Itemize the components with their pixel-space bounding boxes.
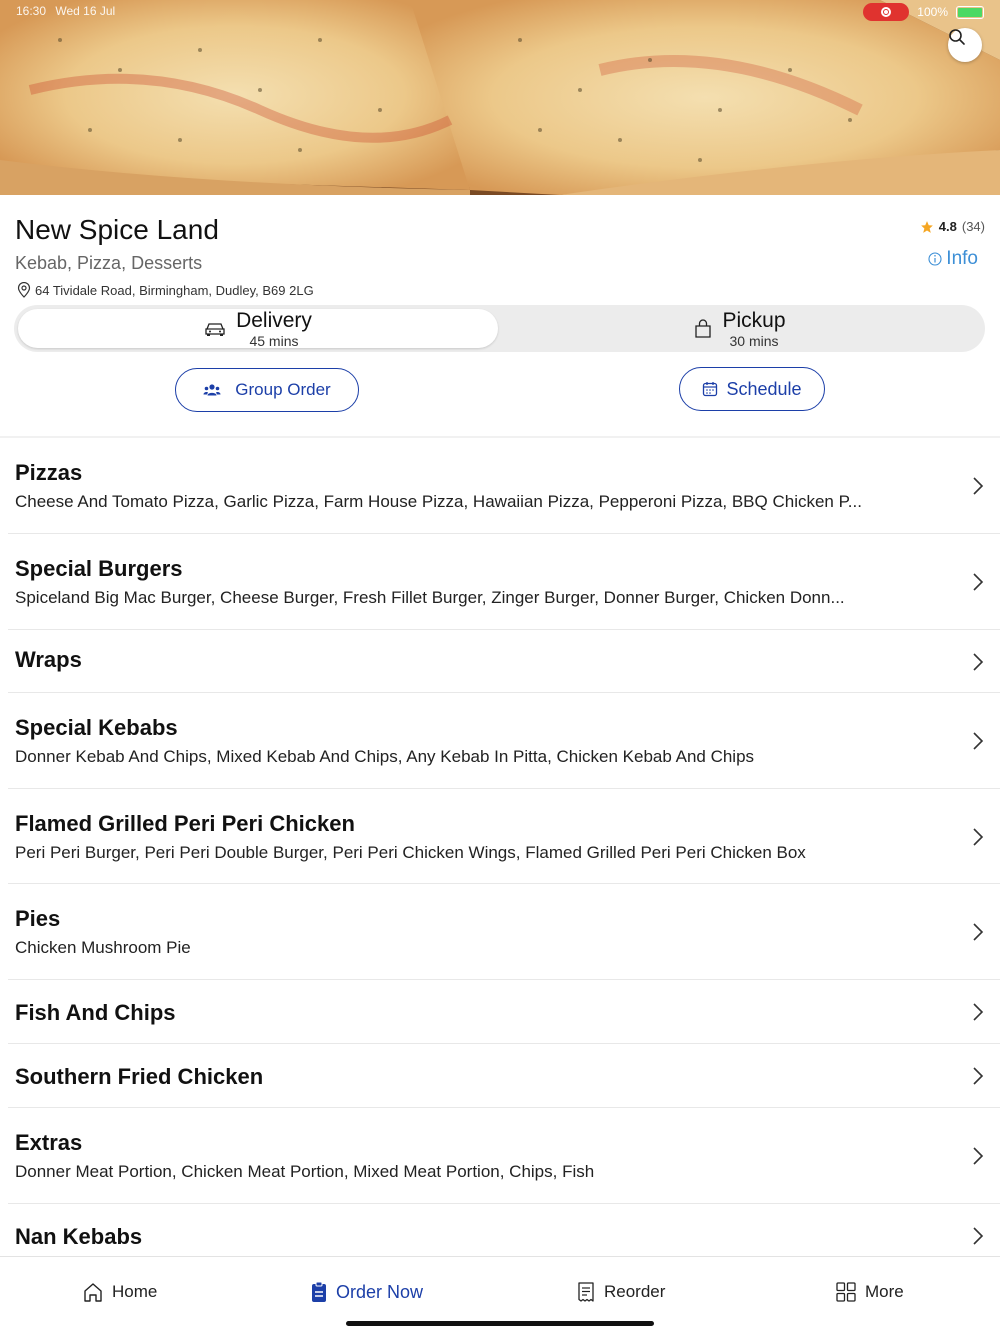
- status-time-text: 16:30: [16, 4, 47, 18]
- category-title: Southern Fried Chicken: [15, 1064, 264, 1089]
- chevron-right-icon: [973, 828, 984, 846]
- order-mode-toggle: Delivery 45 mins Pickup 30 mins: [14, 305, 985, 352]
- category-title: Special Burgers: [15, 556, 183, 581]
- menu-category-list: Pizzas Cheese And Tomato Pizza, Garlic P…: [0, 438, 1000, 1268]
- category-title: Flamed Grilled Peri Peri Chicken: [15, 811, 355, 836]
- schedule-label: Schedule: [726, 378, 802, 399]
- pickup-option[interactable]: Pickup 30 mins: [500, 308, 980, 349]
- group-order-button[interactable]: Group Order: [175, 368, 359, 412]
- nav-more-label: More: [865, 1282, 904, 1301]
- info-label: Info: [946, 248, 978, 269]
- group-icon: [203, 384, 221, 396]
- category-description: Donner Meat Portion, Chicken Meat Portio…: [15, 1162, 595, 1181]
- hero-image: 16:30 Wed 16 Jul 100%: [0, 0, 1000, 195]
- rating: 4.8 (34): [920, 219, 985, 234]
- category-description: Cheese And Tomato Pizza, Garlic Pizza, F…: [15, 492, 862, 511]
- category-southern-fried-chicken[interactable]: Southern Fried Chicken: [8, 1044, 1000, 1108]
- nav-reorder-label: Reorder: [604, 1282, 666, 1301]
- location-pin-icon: [17, 282, 31, 298]
- status-date-text: Wed 16 Jul: [55, 4, 116, 18]
- order-clipboard-icon: [312, 1281, 326, 1302]
- search-icon: [949, 29, 965, 45]
- nav-home-label: Home: [112, 1282, 158, 1301]
- home-icon: [84, 1283, 102, 1302]
- category-description: Donner Kebab And Chips, Mixed Kebab And …: [15, 747, 755, 766]
- nav-more[interactable]: More: [835, 1281, 904, 1303]
- category-title: Wraps: [15, 647, 82, 672]
- category-fish-and-chips[interactable]: Fish And Chips: [8, 980, 1000, 1044]
- delivery-label: Delivery: [236, 308, 312, 332]
- pickup-time: 30 mins: [729, 332, 779, 349]
- category-description: Chicken Mushroom Pie: [15, 938, 191, 957]
- rating-value: 4.8: [938, 219, 957, 234]
- receipt-icon: [578, 1282, 594, 1302]
- pickup-label: Pickup: [722, 308, 786, 332]
- nav-reorder[interactable]: Reorder: [576, 1281, 665, 1303]
- category-wraps[interactable]: Wraps: [8, 630, 1000, 693]
- chevron-right-icon: [973, 1067, 984, 1085]
- battery-percent: 100%: [917, 5, 948, 19]
- nav-order-now-label: Order Now: [336, 1281, 424, 1302]
- star-icon: [920, 220, 933, 233]
- rating-count: (34): [961, 219, 985, 234]
- grid-more-icon: [836, 1282, 856, 1302]
- group-order-label: Group Order: [235, 380, 331, 399]
- category-title: Pizzas: [15, 460, 83, 485]
- nav-home[interactable]: Home: [82, 1281, 157, 1303]
- category-title: Extras: [15, 1130, 83, 1155]
- screen-recording-icon: [863, 3, 910, 21]
- chevron-right-icon: [973, 1227, 984, 1245]
- chevron-right-icon: [973, 732, 984, 750]
- chevron-right-icon: [973, 477, 984, 495]
- restaurant-address-text: 64 Tividale Road, Birmingham, Dudley, B6…: [35, 282, 314, 298]
- status-indicators: 100%: [863, 3, 984, 21]
- category-title: Pies: [15, 906, 61, 931]
- chevron-right-icon: [973, 923, 984, 941]
- delivery-time: 45 mins: [249, 332, 299, 349]
- category-title: Nan Kebabs: [15, 1224, 143, 1249]
- restaurant-cuisine: Kebab, Pizza, Desserts: [15, 253, 203, 273]
- search-button[interactable]: [948, 28, 982, 62]
- category-pizzas[interactable]: Pizzas Cheese And Tomato Pizza, Garlic P…: [8, 438, 1000, 534]
- category-description: Peri Peri Burger, Peri Peri Double Burge…: [15, 843, 806, 862]
- car-icon: [205, 322, 225, 336]
- restaurant-address: 64 Tividale Road, Birmingham, Dudley, B6…: [17, 282, 314, 298]
- chevron-right-icon: [973, 1003, 984, 1021]
- status-time: 16:30 Wed 16 Jul: [16, 4, 115, 18]
- chevron-right-icon: [973, 573, 984, 591]
- category-title: Fish And Chips: [15, 1000, 176, 1025]
- chevron-right-icon: [973, 653, 984, 671]
- shopping-bag-icon: [695, 318, 712, 338]
- nav-order-now[interactable]: Order Now: [310, 1281, 423, 1303]
- delivery-option[interactable]: Delivery 45 mins: [18, 308, 498, 349]
- pizza-photo: [0, 0, 1000, 195]
- category-special-kebabs[interactable]: Special Kebabs Donner Kebab And Chips, M…: [8, 693, 1000, 789]
- category-pies[interactable]: Pies Chicken Mushroom Pie: [8, 884, 1000, 980]
- home-indicator: [346, 1321, 654, 1326]
- schedule-button[interactable]: Schedule: [679, 367, 825, 411]
- battery-icon: [956, 5, 984, 19]
- info-link[interactable]: Info: [928, 248, 978, 270]
- category-flamed-grilled-peri-peri-chicken[interactable]: Flamed Grilled Peri Peri Chicken Peri Pe…: [8, 789, 1000, 884]
- chevron-right-icon: [973, 1147, 984, 1165]
- category-title: Special Kebabs: [15, 715, 178, 740]
- category-extras[interactable]: Extras Donner Meat Portion, Chicken Meat…: [8, 1108, 1000, 1204]
- calendar-icon: [703, 382, 718, 397]
- info-icon: [928, 252, 942, 266]
- category-special-burgers[interactable]: Special Burgers Spiceland Big Mac Burger…: [8, 534, 1000, 630]
- category-description: Spiceland Big Mac Burger, Cheese Burger,…: [15, 588, 845, 607]
- restaurant-name: New Spice Land: [15, 214, 219, 245]
